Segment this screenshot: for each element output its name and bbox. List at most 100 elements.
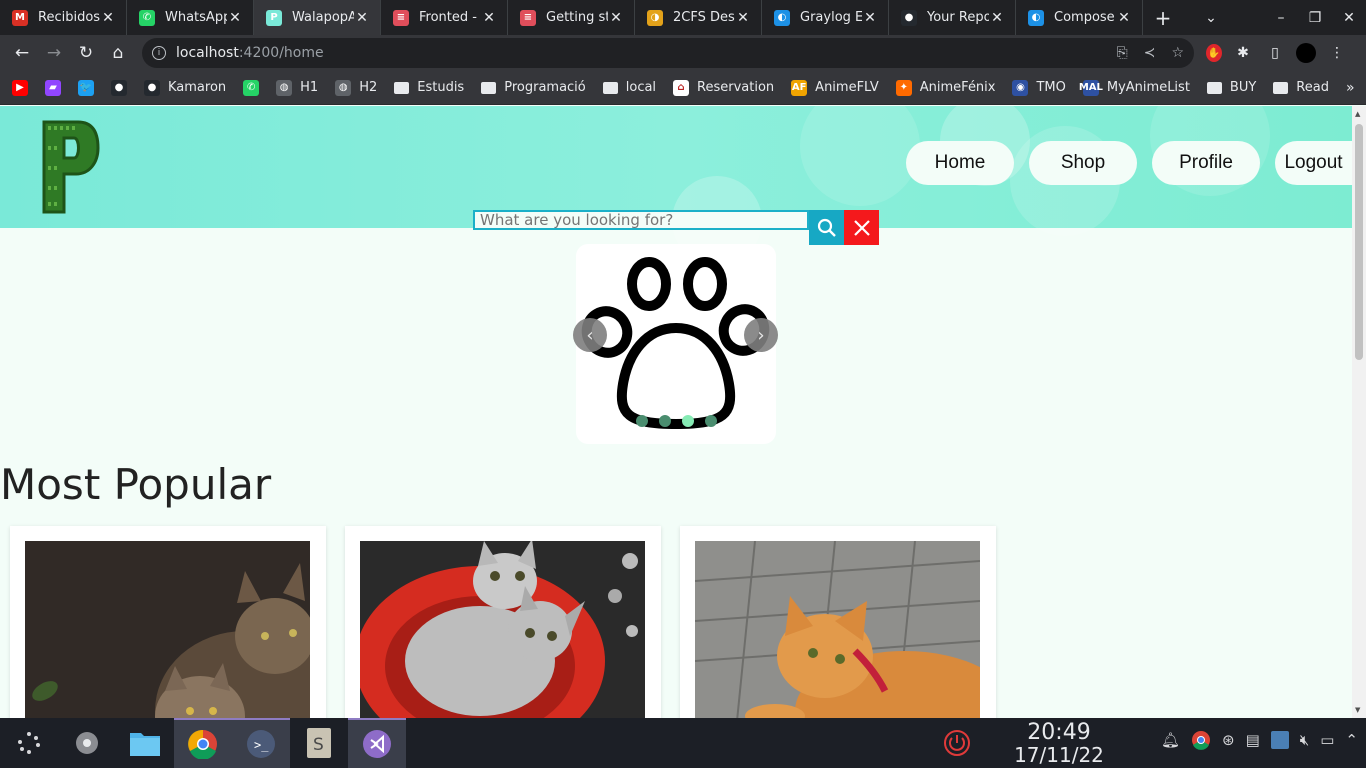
chrome-tray-icon[interactable] [1191,730,1211,750]
bookmarks-overflow-icon[interactable]: » [1346,80,1355,96]
tab-search-icon[interactable]: ⌄ [1194,10,1228,26]
share-icon[interactable]: ≺ [1144,45,1156,61]
product-card[interactable] [680,526,996,718]
bookmark-item[interactable]: ◍ H1 [276,79,318,96]
carousel-dot[interactable] [659,415,671,427]
forward-arrow-icon[interactable]: → [38,43,70,63]
site-info-icon[interactable]: i [152,46,166,60]
search-button[interactable] [809,210,844,245]
close-tab-icon[interactable]: ✕ [862,10,878,26]
browser-tab[interactable]: ◑ 2CFS Desp✕ [635,0,762,35]
new-tab-button[interactable]: + [1143,6,1183,30]
bookmark-item[interactable]: 🐦 [78,79,94,96]
nav-shop-link[interactable]: Shop [1029,141,1137,185]
bookmark-item[interactable]: ◉ TMO [1012,79,1066,96]
bookmark-item[interactable]: ● [111,79,127,96]
whatsapp-icon: ✆ [243,79,260,96]
volume-muted-icon[interactable]: 🔇︎ [1300,731,1309,749]
site-logo[interactable] [38,118,100,216]
profile-avatar[interactable] [1296,43,1316,63]
browser-tab[interactable]: ◐ Compose ✕ [1016,0,1143,35]
back-arrow-icon[interactable]: ← [6,43,38,63]
tray-expand-icon[interactable]: ⌃ [1345,731,1358,749]
product-image[interactable] [25,541,310,718]
close-tab-icon[interactable]: ✕ [100,10,116,26]
scroll-up-icon[interactable]: ▲ [1355,110,1360,118]
network-icon[interactable]: ▭ [1320,731,1334,749]
bookmark-item[interactable]: Programació [481,80,586,95]
close-tab-icon[interactable]: ✕ [608,10,624,26]
browser-tab[interactable]: ● Your Repo ✕ [889,0,1016,35]
product-image[interactable] [695,541,980,718]
settings-gear-icon[interactable] [58,718,116,768]
bookmark-item[interactable]: ◍ H2 [335,79,377,96]
carousel-dot-active[interactable] [682,415,694,427]
carousel-dot[interactable] [705,415,717,427]
extensions-puzzle-icon[interactable]: ✱ [1232,42,1254,64]
vpn-icon[interactable]: ⊛ [1222,731,1235,749]
bookmark-item[interactable]: local [602,80,656,95]
sublime-text-icon[interactable]: S [290,718,348,768]
minimize-icon[interactable]: – [1264,10,1298,26]
tab-title: Graylog Ex [800,10,862,25]
terminal-icon[interactable]: >_ [232,718,290,768]
bookmark-item[interactable]: Estudis [394,80,464,95]
browser-tab[interactable]: P WalapopApp✕ [254,0,381,35]
nav-logout-link[interactable]: Logout [1275,141,1352,185]
home-icon[interactable]: ⌂ [102,43,134,63]
bookmark-item[interactable]: AF AnimeFLV [791,79,879,96]
browser-tab[interactable]: ≡ Getting sta✕ [508,0,635,35]
menu-kebab-icon[interactable]: ⋮ [1326,42,1348,64]
translate-icon[interactable]: ⎘ [1117,45,1128,61]
clear-search-button[interactable] [844,210,879,245]
bookmark-item[interactable]: ✦ AnimeFénix [895,79,995,96]
close-tab-icon[interactable]: ✕ [735,10,751,26]
bookmark-item[interactable]: ⌂ Reservation [673,79,774,96]
notifications-bell-icon[interactable]: 🔔︎ [1161,731,1180,749]
close-tab-icon[interactable]: ✕ [989,10,1005,26]
search-input[interactable] [473,210,809,230]
bookmark-item[interactable]: Read [1273,80,1329,95]
nav-home-link[interactable]: Home [906,141,1014,185]
product-card[interactable] [345,526,661,718]
close-tab-icon[interactable]: ✕ [227,10,243,26]
bookmark-item[interactable]: BUY [1206,80,1256,95]
browser-tab[interactable]: ◐ Graylog Ex✕ [762,0,889,35]
carousel-prev-button[interactable]: ‹ [573,318,607,352]
page-scrollbar[interactable]: ▲ ▼ [1352,106,1366,718]
chrome-taskbar-icon[interactable] [174,718,232,768]
reload-icon[interactable]: ↻ [70,43,102,63]
close-tab-icon[interactable]: ✕ [1116,10,1132,26]
bookmark-item[interactable]: ▰ [45,79,61,96]
browser-tab[interactable]: ≡ Fronted - V✕ [381,0,508,35]
clipboard-icon[interactable]: ▤ [1246,731,1260,749]
scroll-down-icon[interactable]: ▼ [1355,706,1360,714]
close-tab-icon[interactable]: ✕ [354,10,370,26]
carousel-dot[interactable] [636,415,648,427]
browser-tab[interactable]: M Recibidos (✕ [0,0,127,35]
bookmark-item[interactable]: ▶ [12,79,28,96]
adblock-icon[interactable]: ✋ [1206,44,1222,62]
app-launcher-icon[interactable] [0,718,58,768]
update-manager-icon[interactable] [1270,731,1289,749]
system-clock[interactable]: 20:49 17/11/22 [1014,722,1104,767]
carousel-next-button[interactable]: › [744,318,778,352]
browser-tab[interactable]: ✆ WhatsApp ✕ [127,0,254,35]
file-manager-icon[interactable] [116,718,174,768]
product-image[interactable] [360,541,645,718]
nav-profile-link[interactable]: Profile [1152,141,1260,185]
side-panel-icon[interactable]: ▯ [1264,42,1286,64]
twitter-icon: 🐦 [78,79,94,96]
product-card[interactable] [10,526,326,718]
power-icon[interactable] [942,728,972,758]
close-tab-icon[interactable]: ✕ [481,10,497,26]
scrollbar-thumb[interactable] [1355,124,1363,360]
bookmark-item[interactable]: ● Kamaron [144,79,226,96]
bookmark-item[interactable]: ✆ [243,79,260,96]
address-bar[interactable]: i localhost:4200/home ⎘ ≺ ☆ [142,38,1194,68]
bookmark-item[interactable]: MAL MyAnimeList [1079,79,1190,96]
restore-icon[interactable]: ❐ [1298,10,1332,26]
bookmark-star-icon[interactable]: ☆ [1171,45,1184,61]
vscode-icon[interactable] [348,718,406,768]
close-window-icon[interactable]: ✕ [1332,10,1366,26]
